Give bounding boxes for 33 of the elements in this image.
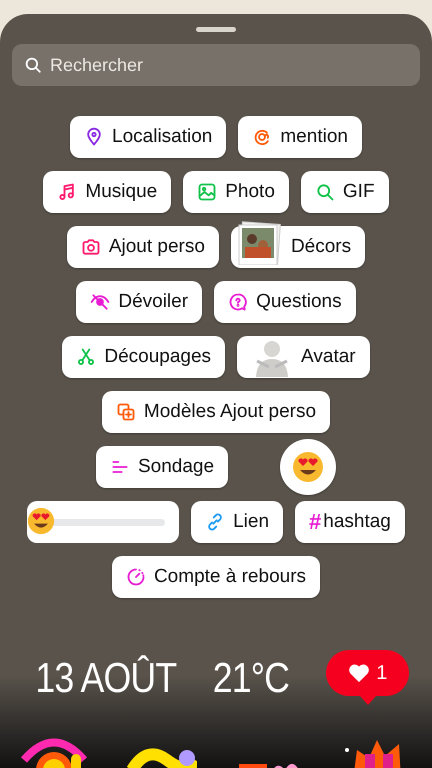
- add-layers-icon: [116, 402, 136, 422]
- heart-eyes-face-icon: [292, 451, 324, 483]
- reveal-sticker[interactable]: Dévoiler: [76, 281, 202, 323]
- poll-sticker[interactable]: Sondage: [96, 446, 228, 488]
- drag-handle[interactable]: [196, 27, 236, 32]
- camera-icon: [80, 237, 101, 257]
- questions-sticker[interactable]: Questions: [214, 281, 356, 323]
- countdown-sticker[interactable]: Compte à rebours: [112, 556, 320, 598]
- date-sticker[interactable]: 13 AOÛT: [35, 654, 176, 702]
- heart-icon: [348, 663, 370, 683]
- image-icon: [197, 182, 218, 202]
- search-field[interactable]: Rechercher: [12, 44, 420, 86]
- scissors-icon: [76, 347, 96, 367]
- temperature-sticker[interactable]: 21°C: [213, 654, 290, 702]
- photo-sticker[interactable]: Photo: [183, 171, 289, 213]
- cutouts-sticker[interactable]: Découpages: [62, 336, 226, 378]
- emoji-slider-sticker[interactable]: [27, 501, 180, 543]
- templates-sticker[interactable]: Modèles Ajout perso: [102, 391, 330, 433]
- link-sticker[interactable]: Lien: [191, 501, 284, 543]
- question-bubble-icon: [228, 292, 248, 312]
- mention-sticker[interactable]: mention: [238, 116, 362, 158]
- gif-sticker[interactable]: GIF: [300, 171, 389, 213]
- emoji-sticker[interactable]: [280, 439, 336, 495]
- location-sticker[interactable]: Localisation: [70, 116, 226, 158]
- music-sticker[interactable]: Musique: [43, 171, 172, 213]
- addyours-sticker[interactable]: Ajout perso: [66, 226, 219, 268]
- hashtag-sticker[interactable]: #hashtag: [295, 501, 405, 543]
- search-icon: [314, 182, 335, 202]
- photo-frame-icon: [236, 221, 281, 265]
- avatar-sticker[interactable]: Avatar: [237, 336, 370, 378]
- eye-slash-icon: [90, 292, 110, 312]
- timer-icon: [126, 567, 146, 587]
- slider-thumb[interactable]: [27, 506, 56, 534]
